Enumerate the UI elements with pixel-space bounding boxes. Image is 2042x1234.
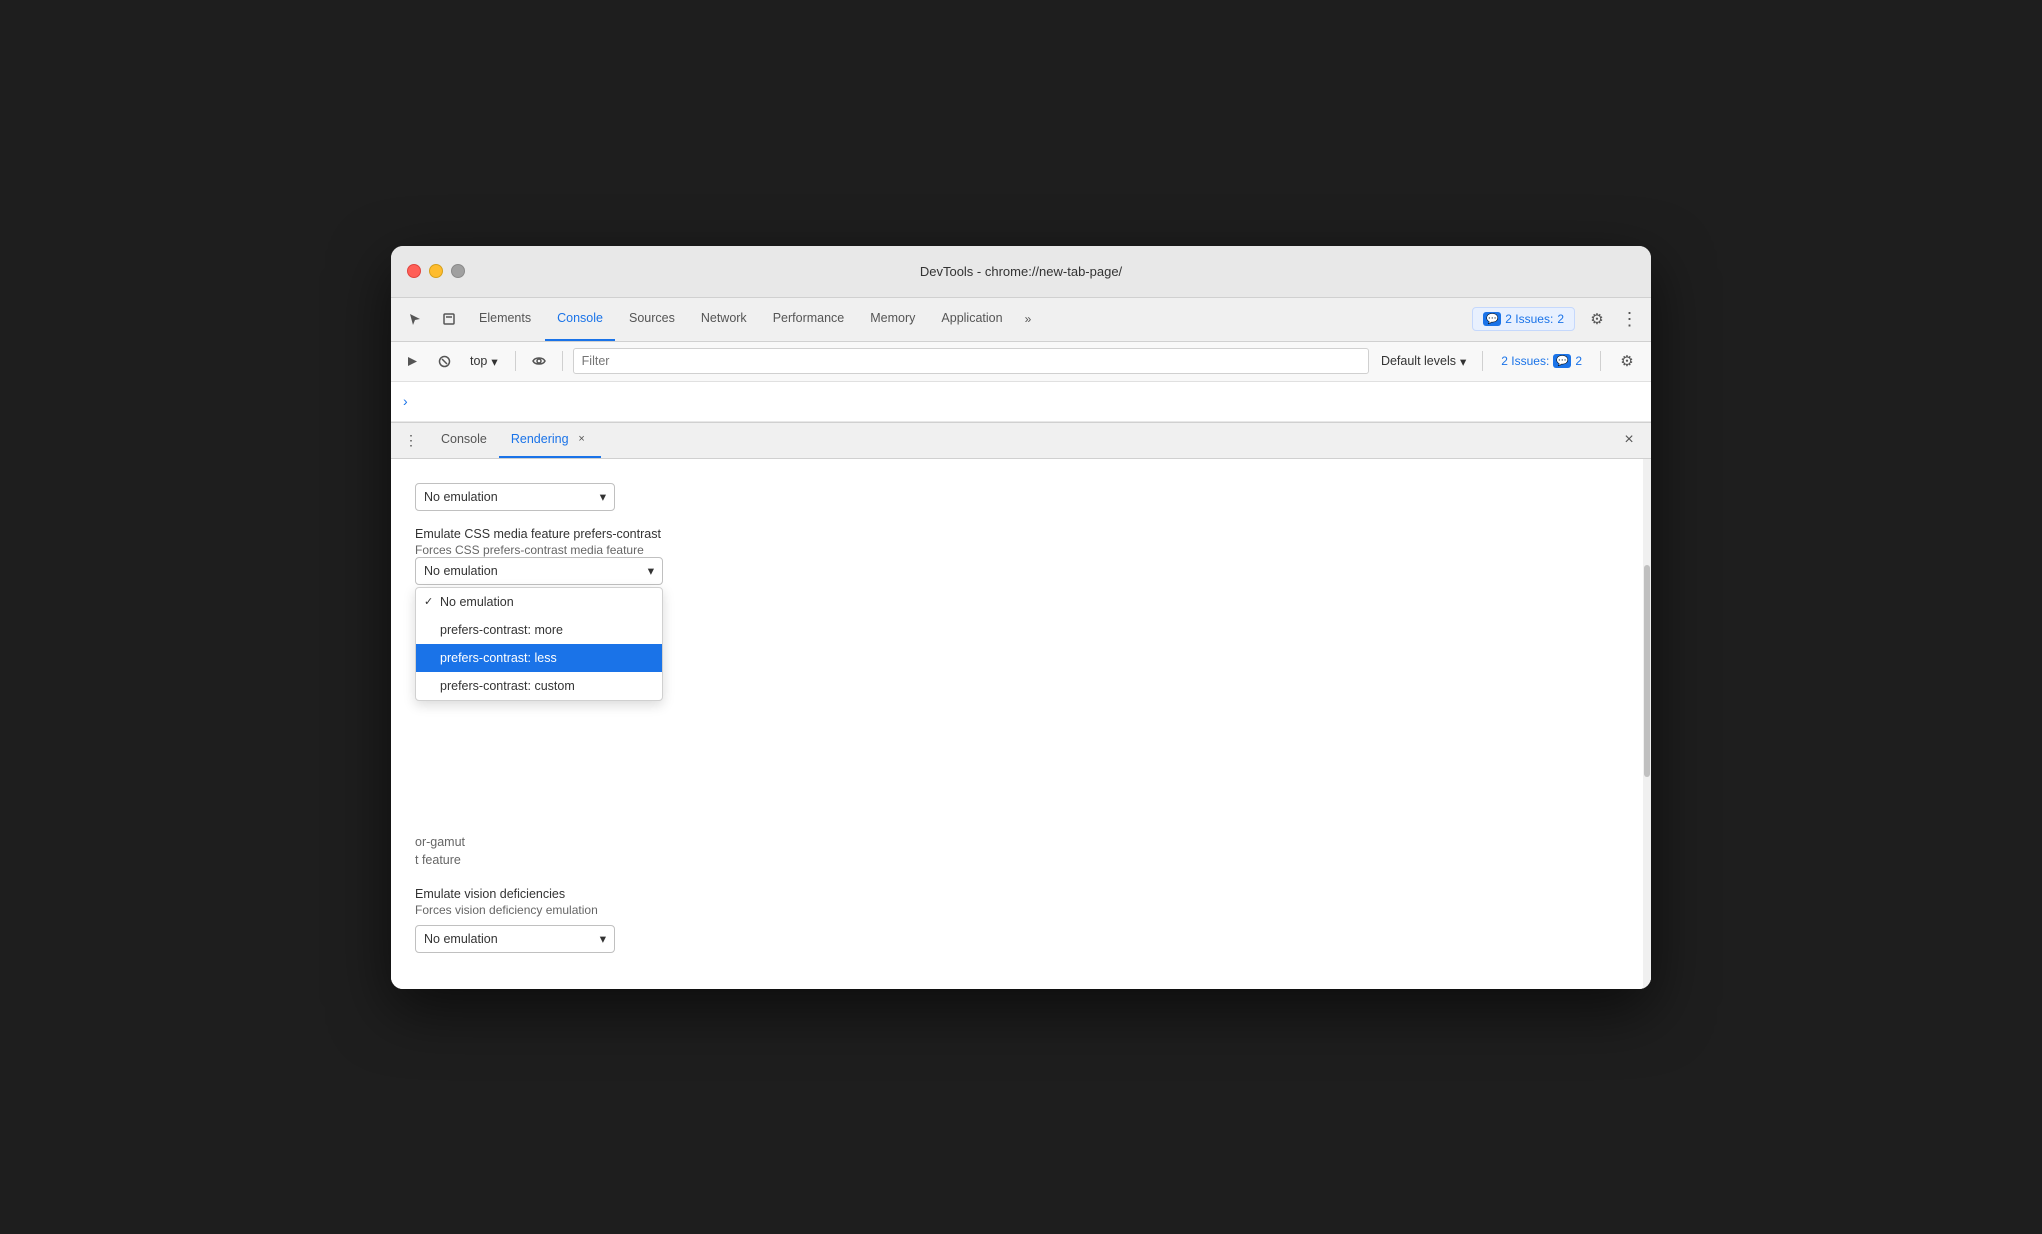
drawer-tab-rendering[interactable]: Rendering × — [499, 422, 601, 458]
issues-label: 2 Issues: — [1505, 312, 1553, 326]
toolbar-divider-4 — [1600, 351, 1601, 371]
more-tabs-btn[interactable]: » — [1017, 308, 1040, 330]
tab-memory[interactable]: Memory — [858, 297, 927, 341]
console-settings-btn[interactable]: ⚙ — [1611, 345, 1643, 377]
drawer-close-btn[interactable]: × — [1615, 426, 1643, 454]
dropdown-option-less[interactable]: prefers-contrast: less — [416, 644, 662, 672]
dropdown-option-more[interactable]: prefers-contrast: more — [416, 616, 662, 644]
settings-btn[interactable]: ⚙ — [1581, 303, 1613, 335]
scrollbar-thumb[interactable] — [1644, 565, 1650, 777]
check-icon: ✓ — [424, 595, 433, 608]
issues-badge-label: 2 Issues: — [1501, 354, 1549, 368]
context-chevron: ▾ — [491, 354, 497, 369]
vision-section: Emulate vision deficiencies Forces visio… — [415, 887, 1627, 953]
toolbar-divider-1 — [515, 351, 516, 371]
rendering-content: No emulation ▾ Emulate CSS media feature… — [391, 459, 1651, 989]
cursor-icon-btn[interactable] — [399, 303, 431, 335]
context-dropdown[interactable]: top ▾ — [463, 350, 505, 373]
traffic-lights — [407, 264, 465, 278]
scrollbar-track — [1643, 459, 1651, 989]
contrast-section: Emulate CSS media feature prefers-contra… — [415, 527, 1627, 585]
close-traffic-light[interactable] — [407, 264, 421, 278]
execute-script-btn[interactable] — [399, 348, 425, 374]
contrast-dropdown-menu: ✓ No emulation prefers-contrast: more pr… — [415, 587, 663, 701]
bg-text-2: t feature — [415, 853, 1627, 867]
contrast-dropdown-chevron: ▾ — [648, 563, 654, 578]
fullscreen-traffic-light[interactable] — [451, 264, 465, 278]
window-title: DevTools - chrome://new-tab-page/ — [920, 264, 1122, 279]
contrast-dropdown[interactable]: No emulation ▾ — [415, 557, 663, 585]
issues-message-icon: 💬 — [1483, 312, 1501, 326]
main-tabs-bar: Elements Console Sources Network Perform… — [391, 298, 1651, 342]
tab-sources[interactable]: Sources — [617, 297, 687, 341]
contrast-dropdown-container: No emulation ▾ ✓ No emulation pref — [415, 557, 663, 585]
default-levels-btn[interactable]: Default levels ▾ — [1375, 351, 1472, 372]
bottom-drawer: ⋮ Console Rendering × × No emulation ▾ — [391, 422, 1651, 989]
eye-btn[interactable] — [526, 348, 552, 374]
background-section: or-gamut t feature — [415, 835, 1627, 867]
tab-application[interactable]: Application — [929, 297, 1014, 341]
contrast-section-sublabel: Forces CSS prefers-contrast media featur… — [415, 543, 1627, 557]
drawer-tabs-bar: ⋮ Console Rendering × × — [391, 423, 1651, 459]
tab-console[interactable]: Console — [545, 297, 615, 341]
console-chevron[interactable]: › — [403, 393, 408, 409]
devtools-window: DevTools - chrome://new-tab-page/ Elemen… — [391, 246, 1651, 989]
tab-performance[interactable]: Performance — [761, 297, 857, 341]
filter-input[interactable] — [573, 348, 1369, 374]
layers-icon-btn[interactable] — [433, 303, 465, 335]
clear-console-btn[interactable] — [431, 348, 457, 374]
bg-text-1: or-gamut — [415, 835, 1627, 849]
context-label: top — [470, 354, 487, 368]
rendering-tab-close[interactable]: × — [575, 432, 589, 446]
levels-chevron: ▾ — [1460, 354, 1466, 369]
vision-sublabel: Forces vision deficiency emulation — [415, 903, 1627, 917]
drawer-menu-btn[interactable]: ⋮ — [399, 428, 423, 452]
issues-badge-count: 2 — [1575, 354, 1582, 368]
dropdown-option-custom[interactable]: prefers-contrast: custom — [416, 672, 662, 700]
console-toolbar: top ▾ Default levels ▾ 2 Issues: 💬 2 ⚙ — [391, 342, 1651, 382]
minimize-traffic-light[interactable] — [429, 264, 443, 278]
console-input-area: › — [391, 382, 1651, 422]
vision-label: Emulate vision deficiencies — [415, 887, 1627, 901]
drawer-tab-console[interactable]: Console — [429, 422, 499, 458]
issues-badge-icon: 💬 — [1553, 354, 1571, 368]
first-emulation-dropdown[interactable]: No emulation ▾ — [415, 483, 615, 511]
dropdown-option-no-emulation[interactable]: ✓ No emulation — [416, 588, 662, 616]
vision-dropdown[interactable]: No emulation ▾ — [415, 925, 615, 953]
toolbar-divider-3 — [1482, 351, 1483, 371]
title-bar: DevTools - chrome://new-tab-page/ — [391, 246, 1651, 298]
issues-btn[interactable]: 💬 2 Issues: 2 — [1472, 307, 1575, 331]
first-dropdown-chevron: ▾ — [600, 489, 606, 504]
more-options-btn[interactable]: ⋮ — [1615, 305, 1643, 333]
vision-dropdown-chevron: ▾ — [600, 931, 606, 946]
issues-count: 2 — [1557, 312, 1564, 326]
issues-badge[interactable]: 2 Issues: 💬 2 — [1493, 351, 1590, 371]
rendering-panel: No emulation ▾ Emulate CSS media feature… — [391, 459, 1651, 989]
tab-network[interactable]: Network — [689, 297, 759, 341]
contrast-section-label: Emulate CSS media feature prefers-contra… — [415, 527, 1627, 541]
tab-elements[interactable]: Elements — [467, 297, 543, 341]
first-emulation-section: No emulation ▾ — [415, 483, 1627, 511]
toolbar-divider-2 — [562, 351, 563, 371]
